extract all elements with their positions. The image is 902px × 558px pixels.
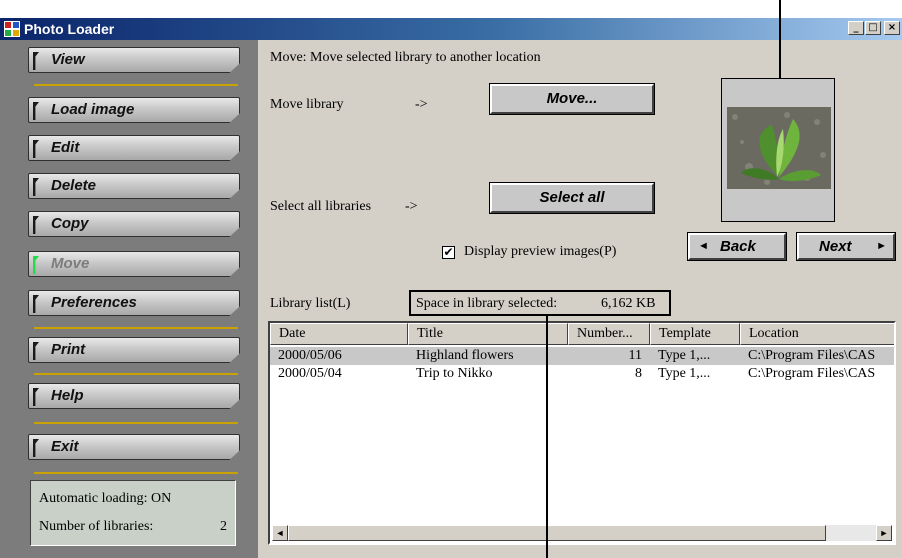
- table-cell-template: Type 1,...: [658, 366, 711, 381]
- space-selected-label: Space in library selected:: [416, 296, 558, 311]
- sidebar-item-view[interactable]: View: [28, 47, 240, 73]
- status-panel: Automatic loading: ON Number of librarie…: [30, 480, 236, 546]
- scrollbar-thumb[interactable]: [288, 525, 826, 541]
- scroll-left-icon: ◄: [275, 528, 285, 538]
- maximize-button[interactable]: □: [865, 21, 881, 35]
- column-header-template[interactable]: Template: [650, 323, 740, 345]
- title-bar: Photo Loader _ □ ×: [0, 18, 902, 40]
- table-cell-title: Trip to Nikko: [416, 366, 493, 381]
- library-list-label: Library list(L): [270, 296, 351, 311]
- scroll-right-icon: ►: [879, 528, 889, 538]
- button-marker: [33, 295, 39, 313]
- window-title: Photo Loader: [24, 21, 115, 37]
- display-preview-label: Display preview images(P): [464, 244, 617, 259]
- sidebar-item-edit[interactable]: Edit: [28, 135, 240, 161]
- space-selected-value: 6,162 KB: [601, 296, 656, 311]
- table-cell-location: C:\Program Files\CAS: [748, 348, 876, 363]
- sidebar-item-label: View: [51, 51, 85, 68]
- checkmark-icon: ✔: [443, 245, 454, 259]
- move-button[interactable]: Move...: [489, 83, 655, 115]
- sidebar-item-label: Copy: [51, 215, 89, 232]
- sidebar-item-label: Preferences: [51, 294, 137, 311]
- move-arrow: ->: [415, 97, 428, 112]
- next-button[interactable]: Next ►: [796, 232, 896, 261]
- table-cell-title: Highland flowers: [416, 348, 514, 363]
- select-all-arrow: ->: [405, 199, 418, 214]
- sidebar-divider: [34, 472, 238, 474]
- button-marker: [33, 216, 39, 234]
- sidebar-item-print[interactable]: Print: [28, 337, 240, 363]
- auto-loading-label: Automatic loading: ON: [39, 491, 172, 506]
- sidebar-item-preferences[interactable]: Preferences: [28, 290, 240, 316]
- button-marker: [33, 178, 39, 196]
- sidebar-item-move[interactable]: Move: [28, 251, 240, 277]
- preview-image: [727, 107, 831, 189]
- sidebar-divider: [34, 422, 238, 424]
- sidebar-item-exit[interactable]: Exit: [28, 434, 240, 460]
- left-arrow-icon: ◄: [698, 240, 709, 252]
- column-header-title[interactable]: Title: [408, 323, 568, 345]
- table-cell-location: C:\Program Files\CAS: [748, 366, 876, 381]
- num-libraries-value: 2: [220, 519, 227, 534]
- sidebar-item-label: Exit: [51, 438, 79, 455]
- column-header-number[interactable]: Number...: [568, 323, 650, 345]
- select-all-label: Select all libraries: [270, 199, 372, 214]
- page-description: Move: Move selected library to another l…: [270, 50, 541, 65]
- sidebar-divider: [34, 327, 238, 329]
- app-icon: [4, 21, 20, 37]
- active-indicator: [33, 256, 39, 274]
- close-icon: ×: [887, 22, 897, 33]
- sidebar-item-help[interactable]: Help: [28, 383, 240, 409]
- table-cell-number: 8: [635, 366, 642, 381]
- scroll-right-button[interactable]: ►: [876, 525, 892, 541]
- column-header-date[interactable]: Date: [270, 323, 408, 345]
- button-marker: [33, 388, 39, 406]
- annotation-line-bottom: [546, 316, 548, 558]
- sidebar-item-label: Edit: [51, 139, 80, 156]
- sidebar-item-copy[interactable]: Copy: [28, 211, 240, 237]
- column-header-location[interactable]: Location: [740, 323, 894, 345]
- close-button[interactable]: ×: [884, 21, 900, 35]
- button-marker: [33, 52, 39, 70]
- table-cell-template: Type 1,...: [658, 348, 711, 363]
- table-cell-number: 11: [628, 348, 642, 363]
- table-cell-date: 2000/05/06: [278, 348, 342, 363]
- sidebar-item-label: Move: [51, 255, 90, 272]
- button-marker: [33, 342, 39, 360]
- button-marker: [33, 439, 39, 457]
- sidebar-item-delete[interactable]: Delete: [28, 173, 240, 199]
- auto-loading-value: ON: [150, 491, 172, 506]
- sidebar-item-label: Help: [51, 387, 84, 404]
- minimize-icon: _: [853, 22, 859, 33]
- move-library-label: Move library: [270, 97, 344, 112]
- sidebar-item-label: Delete: [51, 177, 97, 194]
- back-button[interactable]: ◄ Back: [687, 232, 787, 261]
- button-marker: [33, 102, 39, 120]
- minimize-button[interactable]: _: [848, 21, 864, 35]
- button-marker: [33, 140, 39, 158]
- scroll-left-button[interactable]: ◄: [272, 525, 288, 541]
- maximize-icon: □: [868, 22, 878, 33]
- display-preview-checkbox[interactable]: ✔: [442, 246, 455, 259]
- library-list[interactable]: Date Title Number... Template Location 2…: [268, 321, 896, 545]
- sidebar-item-load-image[interactable]: Load image: [28, 97, 240, 123]
- right-arrow-icon: ►: [876, 240, 887, 252]
- sidebar-divider: [34, 373, 238, 375]
- annotation-line-top: [779, 0, 781, 80]
- table-cell-date: 2000/05/04: [278, 366, 342, 381]
- preview-frame: [721, 78, 835, 222]
- select-all-button[interactable]: Select all: [489, 182, 655, 214]
- sidebar-item-label: Print: [51, 341, 86, 358]
- num-libraries-label: Number of libraries:: [39, 519, 154, 534]
- horizontal-scrollbar[interactable]: ◄ ►: [272, 525, 892, 541]
- sidebar-item-label: Load image: [51, 101, 135, 118]
- sidebar-divider: [34, 84, 238, 86]
